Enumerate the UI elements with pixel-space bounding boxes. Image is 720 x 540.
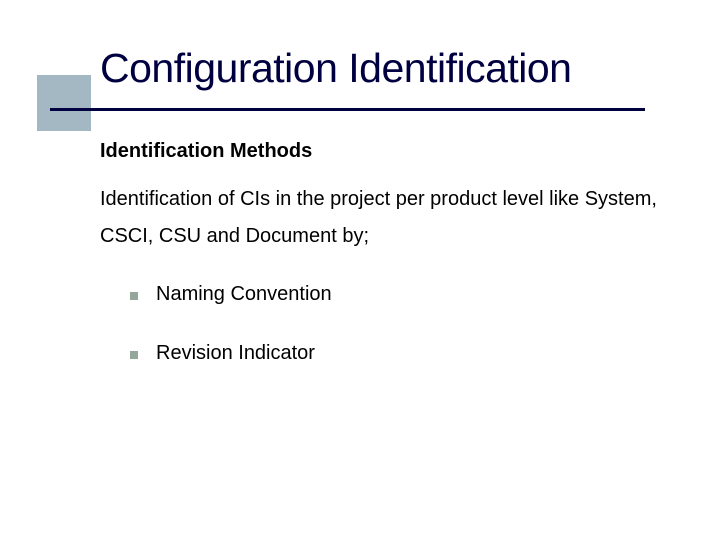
- bullet-list: Naming Convention Revision Indicator: [130, 283, 660, 365]
- bullet-text: Revision Indicator: [156, 342, 315, 364]
- slide-content: Identification Methods Identification of…: [100, 140, 660, 365]
- body-paragraph: Identification of CIs in the project per…: [100, 181, 660, 255]
- bullet-icon: [130, 351, 138, 359]
- subheading: Identification Methods: [100, 140, 660, 163]
- decorative-square: [37, 75, 91, 131]
- list-item: Naming Convention: [130, 283, 660, 306]
- title-underline: [50, 108, 645, 111]
- bullet-icon: [130, 292, 138, 300]
- bullet-text: Naming Convention: [156, 283, 332, 305]
- list-item: Revision Indicator: [130, 342, 660, 365]
- slide: Configuration Identification Identificat…: [0, 0, 720, 540]
- slide-title: Configuration Identification: [100, 45, 720, 92]
